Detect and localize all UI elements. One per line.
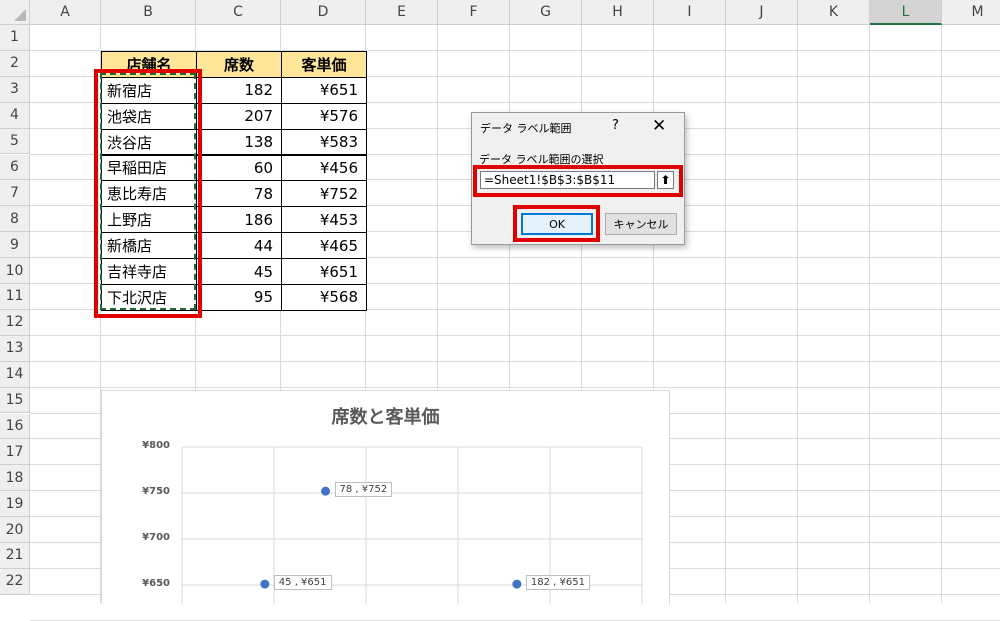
close-icon[interactable]: ✕ bbox=[652, 116, 666, 136]
highlight-box-input bbox=[473, 165, 683, 197]
column-header-f[interactable]: F bbox=[438, 0, 510, 25]
row-header-14[interactable]: 14 bbox=[0, 361, 30, 388]
table-cell[interactable]: 44 bbox=[196, 232, 282, 260]
table-cell[interactable]: ¥576 bbox=[281, 102, 367, 130]
column-header-m[interactable]: M bbox=[942, 0, 1000, 25]
row-header-4[interactable]: 4 bbox=[0, 102, 30, 129]
row-header-1[interactable]: 1 bbox=[0, 25, 30, 51]
row-header-2[interactable]: 2 bbox=[0, 50, 30, 77]
row-header-9[interactable]: 9 bbox=[0, 232, 30, 259]
row-header-16[interactable]: 16 bbox=[0, 413, 30, 440]
row-header-6[interactable]: 6 bbox=[0, 154, 30, 181]
cancel-button[interactable]: キャンセル bbox=[605, 213, 677, 235]
table-cell[interactable]: 45 bbox=[196, 258, 282, 285]
column-header-a[interactable]: A bbox=[30, 0, 101, 25]
column-header-g[interactable]: G bbox=[510, 0, 582, 25]
table-cell[interactable]: ¥752 bbox=[281, 180, 367, 208]
column-header-l[interactable]: L bbox=[870, 0, 942, 25]
row-header-5[interactable]: 5 bbox=[0, 128, 30, 155]
dialog-title: データ ラベル範囲 bbox=[480, 122, 572, 135]
y-tick-label: ¥650 bbox=[142, 578, 170, 589]
scatter-point[interactable] bbox=[321, 486, 331, 496]
column-header-b[interactable]: B bbox=[101, 0, 196, 25]
chart-plot-area bbox=[181, 446, 643, 604]
column-header-i[interactable]: I bbox=[654, 0, 726, 25]
column-header-e[interactable]: E bbox=[366, 0, 438, 25]
table-cell[interactable]: ¥465 bbox=[281, 232, 367, 260]
table-cell[interactable]: 95 bbox=[196, 284, 282, 311]
data-label[interactable]: 182 , ¥651 bbox=[525, 575, 590, 591]
row-header-22[interactable]: 22 bbox=[0, 568, 30, 595]
highlight-box-ok bbox=[513, 205, 600, 242]
row-header-13[interactable]: 13 bbox=[0, 335, 30, 362]
row-header-7[interactable]: 7 bbox=[0, 180, 30, 207]
spreadsheet: ABCDEFGHIJKLM 1 2 3 4 5 6 7 8 9 10 11 12 13 14 15 16 17 1… bbox=[0, 0, 1000, 621]
column-header-h[interactable]: H bbox=[582, 0, 654, 25]
row-header-15[interactable]: 15 bbox=[0, 387, 30, 414]
row-header-19[interactable]: 19 bbox=[0, 491, 30, 518]
scatter-point[interactable] bbox=[512, 579, 522, 589]
row-header-17[interactable]: 17 bbox=[0, 439, 30, 466]
y-tick-label: ¥800 bbox=[142, 440, 170, 451]
table-cell[interactable]: ¥651 bbox=[281, 258, 367, 285]
table-cell[interactable]: 182 bbox=[196, 76, 282, 104]
table-cell[interactable]: ¥568 bbox=[281, 284, 367, 311]
table-cell[interactable]: ¥651 bbox=[281, 76, 367, 104]
row-header-12[interactable]: 12 bbox=[0, 309, 30, 336]
table-cell[interactable]: 138 bbox=[196, 128, 282, 156]
data-label[interactable]: 45 , ¥651 bbox=[273, 575, 332, 591]
column-header-c[interactable]: C bbox=[196, 0, 281, 25]
highlight-box-range bbox=[94, 69, 202, 318]
scatter-point[interactable] bbox=[260, 579, 270, 589]
row-header-8[interactable]: 8 bbox=[0, 206, 30, 233]
y-tick-label: ¥750 bbox=[142, 486, 170, 497]
data-label[interactable]: 78 , ¥752 bbox=[334, 482, 393, 498]
table-cell[interactable]: ¥456 bbox=[281, 154, 367, 182]
row-header-10[interactable]: 10 bbox=[0, 258, 30, 284]
help-icon[interactable]: ? bbox=[612, 118, 619, 133]
grid-line bbox=[30, 334, 1000, 336]
column-header-d[interactable]: D bbox=[281, 0, 366, 25]
row-header-21[interactable]: 21 bbox=[0, 543, 30, 569]
row-header-11[interactable]: 11 bbox=[0, 284, 30, 310]
scatter-chart[interactable]: 席数と客単価 ¥800 ¥750 ¥700 ¥650 78 , ¥752 45 , ¥6… bbox=[101, 390, 670, 604]
table-cell[interactable]: 186 bbox=[196, 206, 282, 234]
column-header-j[interactable]: J bbox=[726, 0, 798, 25]
table-cell[interactable]: ¥583 bbox=[281, 128, 367, 156]
table-cell[interactable]: 78 bbox=[196, 180, 282, 208]
table-cell[interactable]: 60 bbox=[196, 154, 282, 182]
select-all-corner[interactable] bbox=[0, 0, 30, 25]
grid-line bbox=[30, 360, 1000, 362]
table-cell[interactable]: ¥453 bbox=[281, 206, 367, 234]
row-header-3[interactable]: 3 bbox=[0, 76, 30, 103]
column-header-k[interactable]: K bbox=[798, 0, 870, 25]
table-header-cell[interactable]: 客単価 bbox=[281, 50, 367, 78]
table-cell[interactable]: 207 bbox=[196, 102, 282, 130]
y-tick-label: ¥700 bbox=[142, 532, 170, 543]
row-header-20[interactable]: 20 bbox=[0, 517, 30, 543]
row-header-18[interactable]: 18 bbox=[0, 465, 30, 492]
table-header-cell[interactable]: 席数 bbox=[196, 50, 282, 78]
grid-line bbox=[30, 386, 1000, 388]
